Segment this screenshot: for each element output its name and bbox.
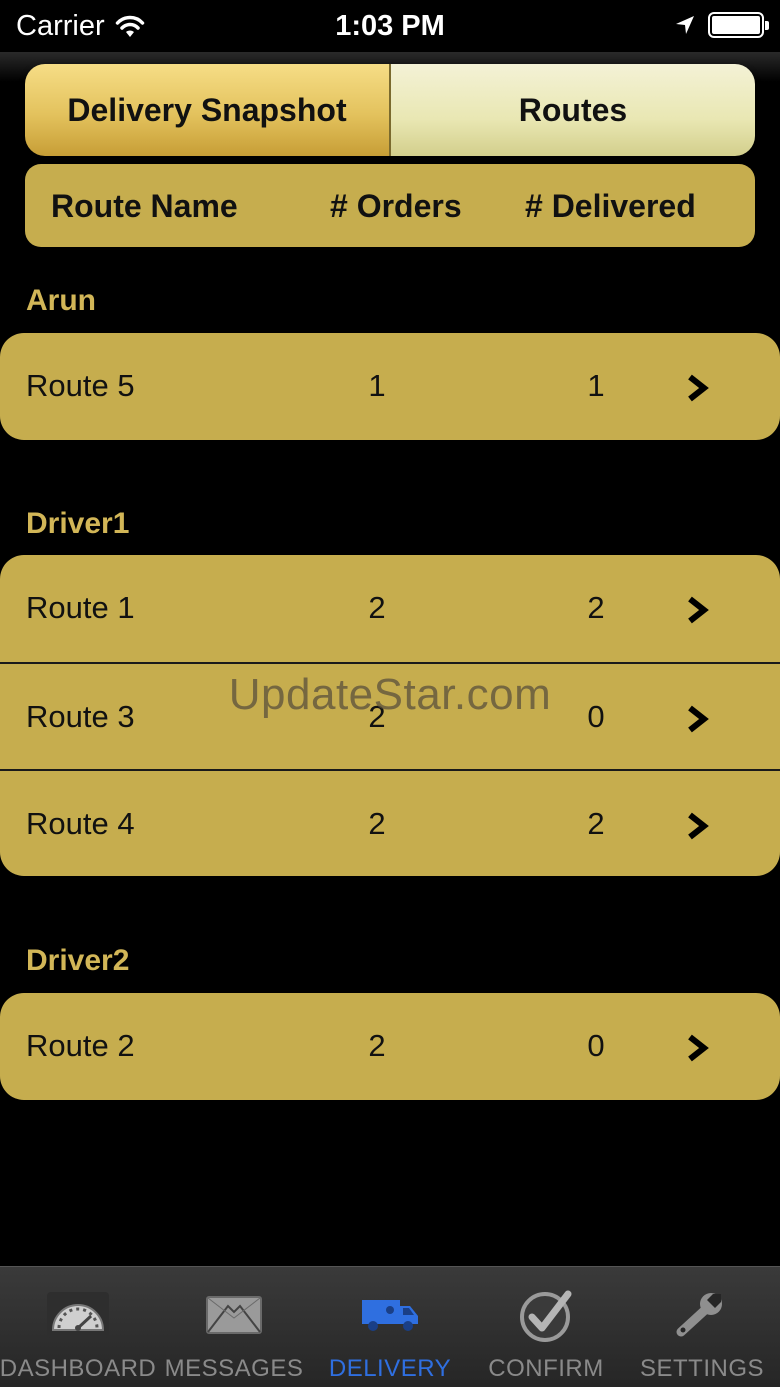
tab-delivery[interactable]: DELIVERY bbox=[312, 1267, 468, 1387]
tab-label: MESSAGES bbox=[164, 1355, 304, 1382]
route-group-driver2: Route 2 2 0 bbox=[0, 993, 780, 1100]
tab-label: DELIVERY bbox=[328, 1355, 452, 1382]
segment-routes[interactable]: Routes bbox=[389, 64, 755, 156]
route-orders-count: 1 bbox=[368, 368, 386, 403]
route-row[interactable]: Route 2 2 0 bbox=[0, 993, 780, 1100]
status-right bbox=[674, 12, 769, 38]
tab-label: DASHBOARD bbox=[0, 1355, 157, 1382]
location-arrow-icon bbox=[676, 16, 694, 34]
route-orders-count: 2 bbox=[368, 699, 386, 734]
segment-delivery-snapshot[interactable]: Delivery Snapshot bbox=[25, 64, 389, 156]
chevron-right-icon bbox=[688, 705, 709, 733]
section-title-driver2: Driver2 bbox=[26, 944, 130, 977]
route-name: Route 4 bbox=[26, 806, 135, 841]
section-title-driver1: Driver1 bbox=[26, 507, 130, 540]
route-delivered-count: 1 bbox=[587, 368, 605, 403]
tab-settings[interactable]: SETTINGS bbox=[624, 1267, 780, 1387]
wrench-icon bbox=[667, 1285, 737, 1345]
column-header-delivered: # Delivered bbox=[525, 188, 696, 224]
chevron-right-icon bbox=[688, 1034, 709, 1062]
delivery-truck-icon bbox=[355, 1285, 425, 1345]
tab-bar: DASHBOARD MESSAGES DELIVERY CONFIRM SETT… bbox=[0, 1266, 780, 1387]
tab-confirm[interactable]: CONFIRM bbox=[468, 1267, 624, 1387]
chevron-right-icon bbox=[688, 374, 709, 402]
route-row[interactable]: Route 4 2 2 bbox=[0, 769, 780, 876]
route-name: Route 5 bbox=[26, 368, 135, 403]
route-name: Route 3 bbox=[26, 699, 135, 734]
segmented-control: Delivery Snapshot Routes bbox=[25, 64, 755, 156]
column-header-bar: Route Name # Orders # Delivered bbox=[25, 164, 755, 247]
route-row[interactable]: Route 5 1 1 bbox=[0, 333, 780, 440]
tab-label: SETTINGS bbox=[639, 1355, 764, 1382]
section-title-arun: Arun bbox=[26, 284, 96, 317]
status-time: 1:03 PM bbox=[335, 10, 445, 42]
route-delivered-count: 0 bbox=[587, 699, 605, 734]
tab-label: CONFIRM bbox=[488, 1355, 604, 1382]
column-header-route-name: Route Name bbox=[51, 188, 238, 224]
route-orders-count: 2 bbox=[368, 806, 386, 841]
main-content: Delivery Snapshot Routes Route Name # Or… bbox=[0, 52, 780, 1266]
route-group-driver1: Route 1 2 2 Route 3 2 0 Route 4 2 2 bbox=[0, 555, 780, 876]
route-row[interactable]: Route 3 2 0 bbox=[0, 662, 780, 769]
route-orders-count: 2 bbox=[368, 1028, 386, 1063]
route-row[interactable]: Route 1 2 2 bbox=[0, 555, 780, 662]
envelope-icon bbox=[199, 1285, 269, 1345]
route-group-arun: Route 5 1 1 bbox=[0, 333, 780, 440]
route-name: Route 1 bbox=[26, 590, 135, 625]
route-delivered-count: 0 bbox=[587, 1028, 605, 1063]
route-delivered-count: 2 bbox=[587, 806, 605, 841]
chevron-right-icon bbox=[688, 812, 709, 840]
tab-dashboard[interactable]: DASHBOARD bbox=[0, 1267, 156, 1387]
status-bar: Carrier 1:03 PM bbox=[0, 0, 780, 52]
battery-icon bbox=[708, 12, 769, 38]
tab-messages[interactable]: MESSAGES bbox=[156, 1267, 312, 1387]
chevron-right-icon bbox=[688, 596, 709, 624]
speedometer-icon bbox=[43, 1285, 113, 1345]
column-header-orders: # Orders bbox=[330, 188, 462, 224]
route-orders-count: 2 bbox=[368, 590, 386, 625]
route-delivered-count: 2 bbox=[587, 590, 605, 625]
route-name: Route 2 bbox=[26, 1028, 135, 1063]
checkmark-icon bbox=[511, 1285, 581, 1345]
